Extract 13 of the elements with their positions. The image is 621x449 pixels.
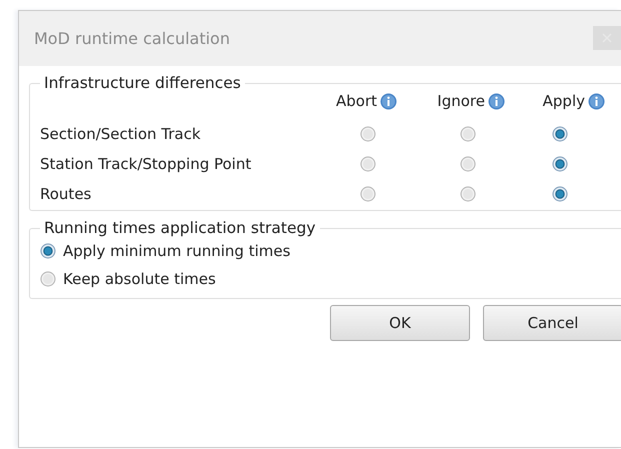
group-title: Infrastructure differences xyxy=(43,74,242,92)
group-title: Running times application strategy xyxy=(43,219,317,237)
option-label: Keep absolute times xyxy=(63,270,216,288)
dialog-button[interactable]: OK xyxy=(330,305,470,341)
row-label: Station Track/Stopping Point xyxy=(40,154,252,174)
row-label: Routes xyxy=(40,184,92,204)
row-label: Section/Section Track xyxy=(40,124,202,144)
dialog-button[interactable]: Cancel xyxy=(483,305,621,341)
option-label: Apply minimum running times xyxy=(63,242,290,260)
window-title: MoD runtime calculation xyxy=(34,29,230,48)
column-header: Apply xyxy=(542,92,585,110)
column-header: Abort xyxy=(336,92,377,110)
column-header: Ignore xyxy=(437,92,485,110)
